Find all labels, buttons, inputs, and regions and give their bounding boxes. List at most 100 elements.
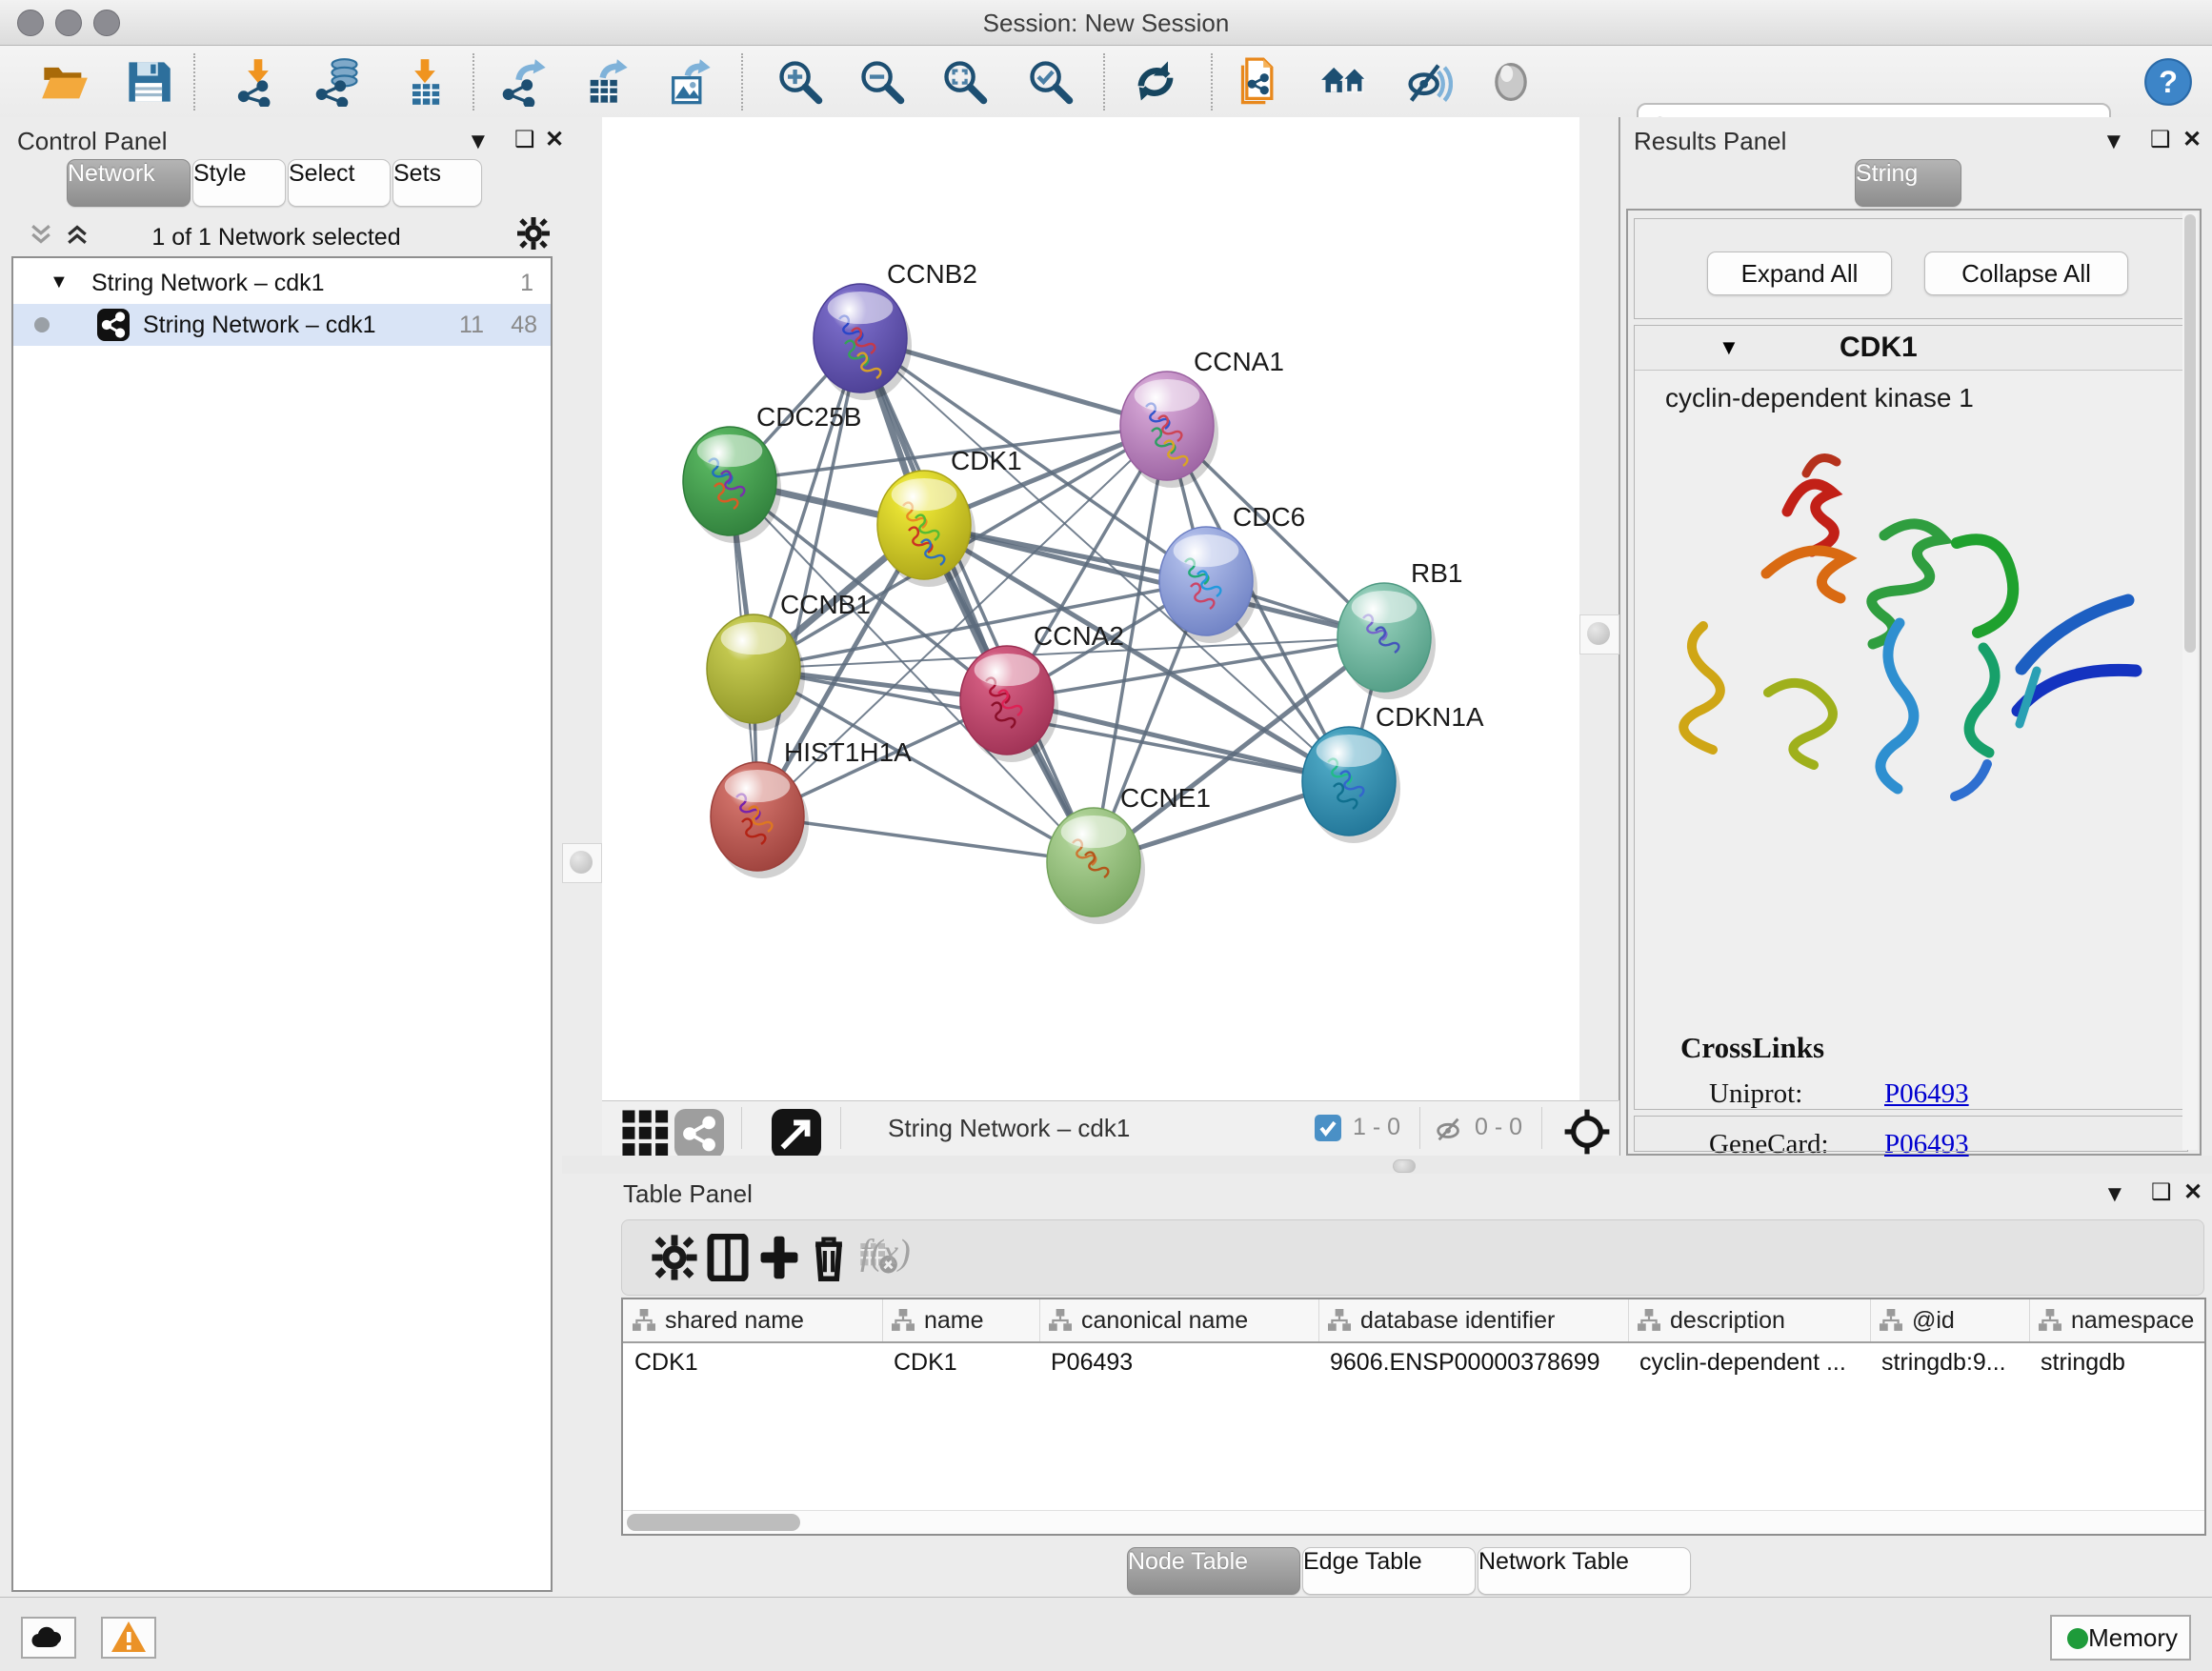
table-horizontal-scrollbar[interactable]	[623, 1510, 2204, 1534]
import-network-database-icon[interactable]	[313, 57, 363, 107]
network-node-HIST1H1A[interactable]: HIST1H1A	[711, 737, 912, 878]
right-splitter-handle[interactable]	[1579, 614, 1619, 654]
gene-collapse-icon[interactable]: ▼	[1719, 335, 1739, 360]
table-scroll-thumb[interactable]	[627, 1514, 800, 1531]
memory-button[interactable]: Memory	[2050, 1615, 2191, 1661]
hidden-eye-icon[interactable]	[1433, 1113, 1465, 1150]
control-panel-float-icon[interactable]: ❑	[514, 129, 535, 151]
horizontal-splitter-handle[interactable]	[1393, 1159, 1416, 1173]
tab-select[interactable]: Select	[288, 159, 391, 207]
column-header-namespace[interactable]: namespace	[2029, 1299, 2206, 1341]
column-header-description[interactable]: description	[1628, 1299, 1871, 1341]
results-panel-close-icon[interactable]: ✕	[2182, 129, 2202, 151]
selected-checkbox-icon[interactable]	[1315, 1115, 1341, 1141]
import-network-file-icon[interactable]	[233, 57, 283, 107]
tab-style[interactable]: Style	[192, 159, 286, 207]
left-splitter-handle[interactable]	[562, 843, 602, 883]
tab-node-table[interactable]: Node Table	[1127, 1547, 1300, 1595]
separator	[1541, 1107, 1542, 1149]
right-splitter[interactable]	[1579, 117, 1620, 1100]
network-edge[interactable]	[860, 338, 1094, 862]
network-collection-row[interactable]: ▼ String Network – cdk1 1	[13, 262, 551, 304]
import-table-icon[interactable]	[400, 57, 450, 107]
grid-view-icon[interactable]	[621, 1109, 661, 1149]
tab-string[interactable]: String	[1855, 159, 1961, 207]
table-cell[interactable]: P06493	[1051, 1349, 1311, 1377]
network-node-CCNE1[interactable]: CCNE1	[1047, 783, 1211, 924]
network-node-CDKN1A[interactable]: CDKN1A	[1302, 702, 1484, 843]
expand-all-button[interactable]: Expand All	[1707, 252, 1892, 295]
network-badge-share-icon[interactable]	[674, 1109, 714, 1149]
show-columns-icon[interactable]	[704, 1234, 752, 1281]
tab-network-table[interactable]: Network Table	[1478, 1547, 1691, 1595]
column-header-shared-name[interactable]: shared name	[623, 1299, 883, 1341]
column-header-database-identifier[interactable]: database identifier	[1318, 1299, 1629, 1341]
network-row-selected[interactable]: String Network – cdk1 11 48	[13, 304, 551, 346]
network-node-RB1[interactable]: RB1	[1337, 558, 1462, 699]
results-panel-menu-icon[interactable]: ▼	[2102, 131, 2125, 153]
column-header--id[interactable]: @id	[1870, 1299, 2030, 1341]
share-file-icon[interactable]	[1237, 57, 1286, 107]
table-cell[interactable]: stringdb:9...	[1881, 1349, 2021, 1377]
zoom-selected-icon[interactable]	[1026, 57, 1076, 107]
column-header-canonical-name[interactable]: canonical name	[1039, 1299, 1319, 1341]
results-vertical-scrollbar[interactable]	[2182, 212, 2198, 1150]
table-cell[interactable]: CDK1	[634, 1349, 875, 1377]
function-builder-icon[interactable]: f(x)	[860, 1232, 911, 1274]
results-panel-float-icon[interactable]: ❑	[2150, 129, 2171, 151]
control-panel-menu-icon[interactable]: ▼	[467, 131, 490, 153]
export-network-icon[interactable]	[500, 57, 550, 107]
homes-icon[interactable]	[1319, 57, 1369, 107]
warning-icon[interactable]	[101, 1617, 156, 1659]
open-in-new-window-icon[interactable]	[772, 1109, 812, 1149]
table-cell[interactable]: 9606.ENSP00000378699	[1330, 1349, 1620, 1377]
network-node-CDC25B[interactable]: CDC25B	[683, 402, 861, 543]
create-column-icon[interactable]	[755, 1234, 803, 1281]
zoom-out-icon[interactable]	[857, 57, 907, 107]
table-options-gear-icon[interactable]	[651, 1234, 698, 1281]
collection-expand-icon[interactable]: ▼	[50, 272, 69, 293]
hide-graphics-icon[interactable]	[1403, 57, 1453, 107]
table-panel-menu-icon[interactable]: ▼	[2103, 1183, 2126, 1206]
tab-edge-table[interactable]: Edge Table	[1302, 1547, 1476, 1595]
collapse-all-button[interactable]: Collapse All	[1924, 252, 2128, 295]
network-options-gear-icon[interactable]	[516, 216, 551, 255]
delete-column-icon[interactable]	[805, 1234, 853, 1281]
column-header-label: shared name	[665, 1307, 804, 1335]
table-cell[interactable]: CDK1	[894, 1349, 1032, 1377]
network-node-CDC6[interactable]: CDC6	[1159, 502, 1305, 643]
save-session-icon[interactable]	[124, 57, 173, 107]
table-cell[interactable]: stringdb	[2041, 1349, 2206, 1377]
network-edge[interactable]	[924, 525, 1384, 637]
table-cell[interactable]: cyclin-dependent ...	[1639, 1349, 1862, 1377]
open-session-icon[interactable]	[40, 57, 90, 107]
collapse-all-networks-icon[interactable]	[27, 220, 55, 253]
zoom-fit-icon[interactable]	[940, 57, 990, 107]
zoom-in-icon[interactable]	[775, 57, 825, 107]
network-canvas[interactable]: CCNB2CCNA1CDC25BCDK1CDC6RB1CCNB1CCNA2CDK…	[602, 117, 1579, 1100]
network-node-CCNA1[interactable]: CCNA1	[1120, 347, 1284, 488]
table-panel: Table Panel ▼ ❑ ✕ f(x) shared namenameca…	[602, 1174, 2212, 1597]
column-header-name[interactable]: name	[882, 1299, 1040, 1341]
node-label-CCNB1: CCNB1	[780, 590, 871, 619]
expand-all-networks-icon[interactable]	[63, 220, 91, 253]
cloud-status-icon[interactable]	[21, 1617, 76, 1659]
crosslink-link[interactable]: P06493	[1884, 1078, 1969, 1110]
birdseye-view-icon[interactable]	[1562, 1107, 1606, 1151]
network-node-CCNB2[interactable]: CCNB2	[814, 259, 977, 400]
help-icon[interactable]: ?	[2143, 57, 2193, 107]
show-graphics-icon[interactable]	[1486, 57, 1536, 107]
table-panel-float-icon[interactable]: ❑	[2151, 1181, 2172, 1204]
tab-sets[interactable]: Sets	[392, 159, 482, 207]
refresh-icon[interactable]	[1131, 57, 1180, 107]
results-buttons-box: Expand All Collapse All	[1634, 218, 2188, 319]
tab-network[interactable]: Network	[67, 159, 191, 207]
table-panel-close-icon[interactable]: ✕	[2183, 1181, 2202, 1204]
left-splitter[interactable]	[562, 117, 603, 1597]
export-image-icon[interactable]	[665, 57, 714, 107]
results-scroll-thumb[interactable]	[2184, 214, 2196, 653]
network-node-CDK1[interactable]: CDK1	[877, 446, 1022, 587]
export-table-icon[interactable]	[582, 57, 632, 107]
network-edge[interactable]	[1007, 700, 1349, 781]
gene-section-header[interactable]: ▼ CDK1	[1635, 326, 2187, 371]
